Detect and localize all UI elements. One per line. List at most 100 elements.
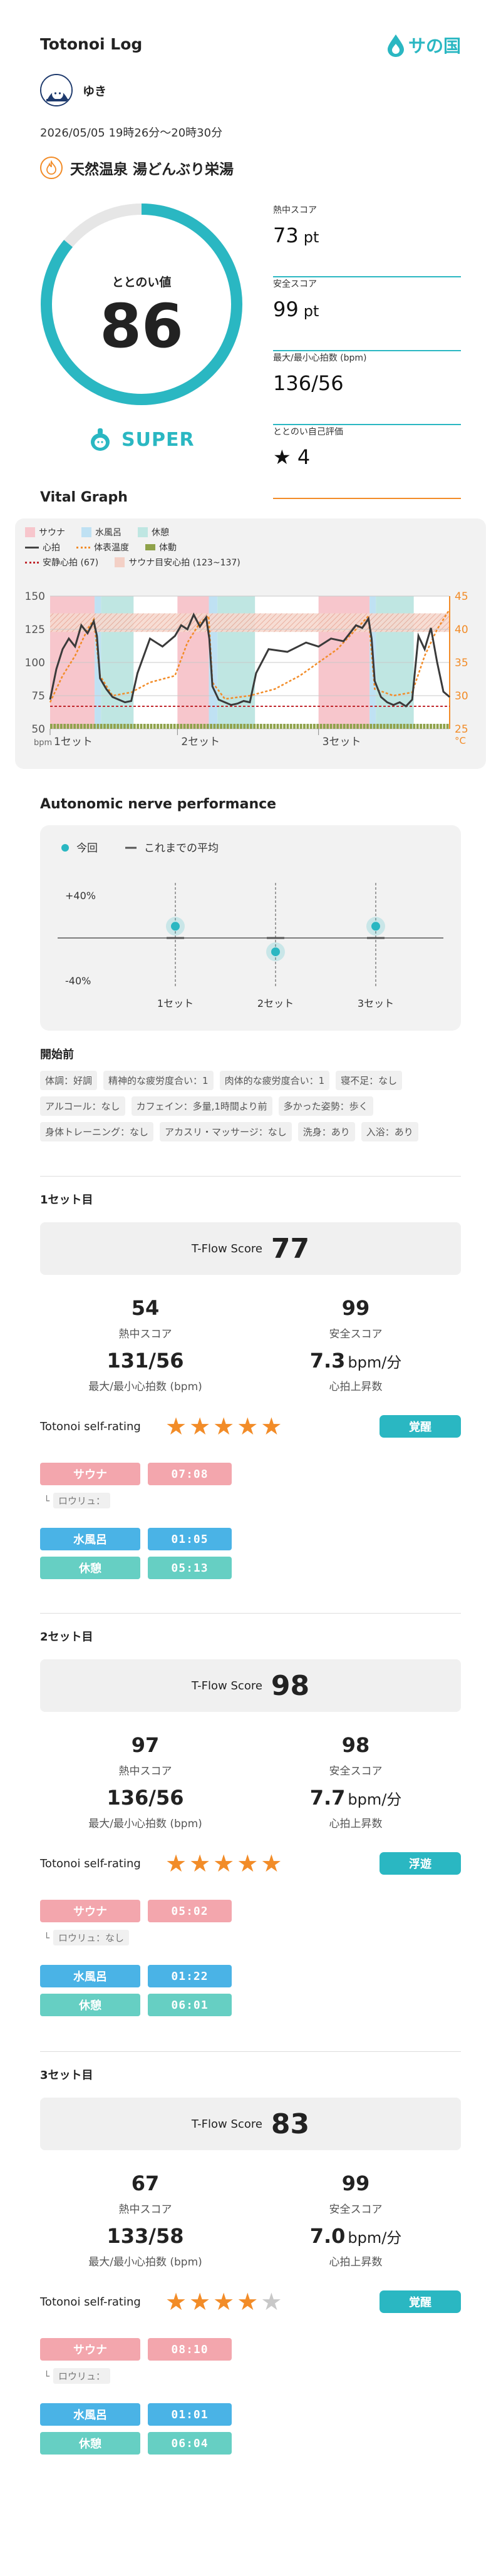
star-icon[interactable]: ★	[213, 1851, 234, 1876]
tflow-score-card: T-Flow Score 77	[40, 1222, 461, 1275]
self-rating-summary: ととのい自己評価 ★ 4	[273, 425, 461, 499]
y-top-label: +40%	[65, 890, 96, 902]
tflow-label: T-Flow Score	[191, 1679, 262, 1692]
motion-bar	[366, 724, 369, 729]
rest-time: 05:13	[148, 1557, 232, 1579]
vital-chart-svg: 150 125 100 75 50 45 40 35 30 25 bpm °C 1セット 2セット 3セット	[25, 590, 468, 748]
star-icon[interactable]: ★	[237, 2289, 258, 2314]
loyly-value: なし	[105, 1932, 125, 1944]
star-icon[interactable]: ★	[237, 1851, 258, 1876]
star-icon[interactable]: ★	[261, 1414, 282, 1439]
current-point	[271, 947, 280, 957]
motion-bar	[433, 724, 436, 729]
facility-name: 天然温泉 湯どんぶり栄湯	[70, 162, 234, 178]
motion-bar	[316, 724, 319, 729]
y-tick-label: 75	[31, 690, 45, 703]
legend-current-dot	[61, 844, 69, 852]
set-heat-label: 熱中スコア	[118, 1765, 172, 1778]
heat-score-unit: pt	[303, 229, 319, 246]
set-safety-score: 99 安全スコア	[250, 2172, 461, 2216]
motion-bar	[283, 724, 286, 729]
self-rating-label: Totonoi self-rating	[40, 1419, 141, 1433]
motion-bar	[193, 724, 196, 729]
motion-bar	[376, 724, 379, 729]
motion-bar	[323, 724, 326, 729]
totonoi-mascot-icon	[91, 428, 110, 451]
star-icon[interactable]: ★	[261, 1851, 282, 1876]
motion-bar	[373, 724, 376, 729]
motion-bar	[220, 724, 222, 729]
set-title: 1セット目	[40, 1193, 93, 1207]
motion-bar	[100, 724, 103, 729]
motion-bar	[76, 724, 80, 729]
pre-start-tag: アカスリ・マッサージ：なし	[160, 1122, 292, 1141]
pre-start-title: 開始前	[40, 1048, 74, 1061]
star-icon[interactable]: ★	[165, 1414, 187, 1439]
motion-bar	[133, 724, 136, 729]
rest-time: 06:01	[148, 1994, 232, 2016]
motion-bar	[420, 724, 422, 729]
motion-bar	[53, 724, 56, 729]
drop-logo-icon	[387, 34, 404, 57]
loyly-row: └ ロウリュ：	[44, 2368, 111, 2384]
motion-bar	[250, 724, 252, 729]
star-icon[interactable]: ★	[165, 1851, 187, 1876]
motion-bar	[279, 724, 282, 729]
motion-bar	[216, 724, 219, 729]
pre-start-tag: 多かった姿勢：歩く	[278, 1096, 373, 1116]
motion-bar	[410, 724, 413, 729]
self-rating-row: Totonoi self-rating ★ ★ ★ ★ ★ 覚醒	[40, 2289, 461, 2314]
motion-bar	[83, 724, 86, 729]
logo-text: サの国	[408, 36, 461, 56]
motion-bar	[313, 724, 316, 729]
motion-bar	[273, 724, 276, 729]
safety-score-unit: pt	[303, 302, 319, 320]
set-heat-label: 熱中スコア	[118, 1328, 172, 1341]
tflow-value: 98	[271, 1669, 310, 1702]
motion-bar	[363, 724, 366, 729]
star-icon[interactable]: ★	[165, 2289, 187, 2314]
y-tick-label: 150	[25, 590, 45, 603]
loyly-row: └ ロウリュ：	[44, 1493, 111, 1508]
rest-label: 休憩	[40, 1994, 140, 2016]
y2-unit-label: °C	[455, 735, 466, 746]
loyly-box: ロウリュ：	[53, 1493, 111, 1508]
set-hr-value: 136/56	[106, 1786, 184, 1810]
pre-start-tag: 肉体的な疲労度合い：1	[219, 1071, 330, 1090]
star-icon[interactable]: ★	[189, 1414, 210, 1439]
star-icon[interactable]: ★	[189, 1851, 210, 1876]
avatar[interactable]	[40, 74, 73, 106]
motion-bar	[56, 724, 59, 729]
star-icon[interactable]: ★	[189, 2289, 210, 2314]
loyly-corner-icon: └	[44, 2370, 50, 2382]
star-icon[interactable]: ★	[261, 2289, 282, 2314]
set-heat-value: 54	[131, 1296, 160, 1320]
vital-graph: サウナ 水風呂 休憩 心拍 体表温度 体動 安静心拍 (67) サウナ目安心拍 …	[15, 518, 486, 769]
autonomic-chart-svg: 今回 これまでの平均 +40% -40% 1セット 2セット 3セット	[58, 842, 443, 1009]
motion-bar	[349, 724, 353, 729]
motion-bar	[223, 724, 226, 729]
set-heat-score: 54 熱中スコア	[40, 1296, 250, 1341]
heart-rate-range: 最大/最小心拍数 (bpm) 136/56	[273, 351, 461, 425]
set-safety-label: 安全スコア	[329, 1328, 383, 1341]
motion-bar	[70, 724, 73, 729]
app-header: Totonoi Log サの国	[40, 33, 461, 64]
motion-bar	[93, 724, 96, 729]
tflow-label: T-Flow Score	[191, 2117, 262, 2131]
totonoi-gauge: ととのい値 86	[35, 198, 248, 411]
motion-bar	[160, 724, 163, 729]
motion-bar	[443, 724, 446, 729]
star-icon[interactable]: ★	[213, 1414, 234, 1439]
vital-graph-title: Vital Graph	[40, 490, 128, 505]
sauna-time: 05:02	[148, 1900, 232, 1922]
sauna-no-kuni-logo[interactable]: サの国	[386, 33, 461, 58]
motion-bar	[86, 724, 90, 729]
heart-rate-label: 最大/最小心拍数 (bpm)	[273, 353, 367, 363]
set-safety-value: 99	[341, 2172, 370, 2195]
star-icon[interactable]: ★	[237, 1414, 258, 1439]
motion-bar	[336, 724, 339, 729]
star-icon[interactable]: ★	[213, 2289, 234, 2314]
bath-time: 01:22	[148, 1965, 232, 1987]
self-rating-number: 4	[297, 445, 311, 469]
facility[interactable]: 天然温泉 湯どんぶり栄湯	[40, 157, 234, 179]
